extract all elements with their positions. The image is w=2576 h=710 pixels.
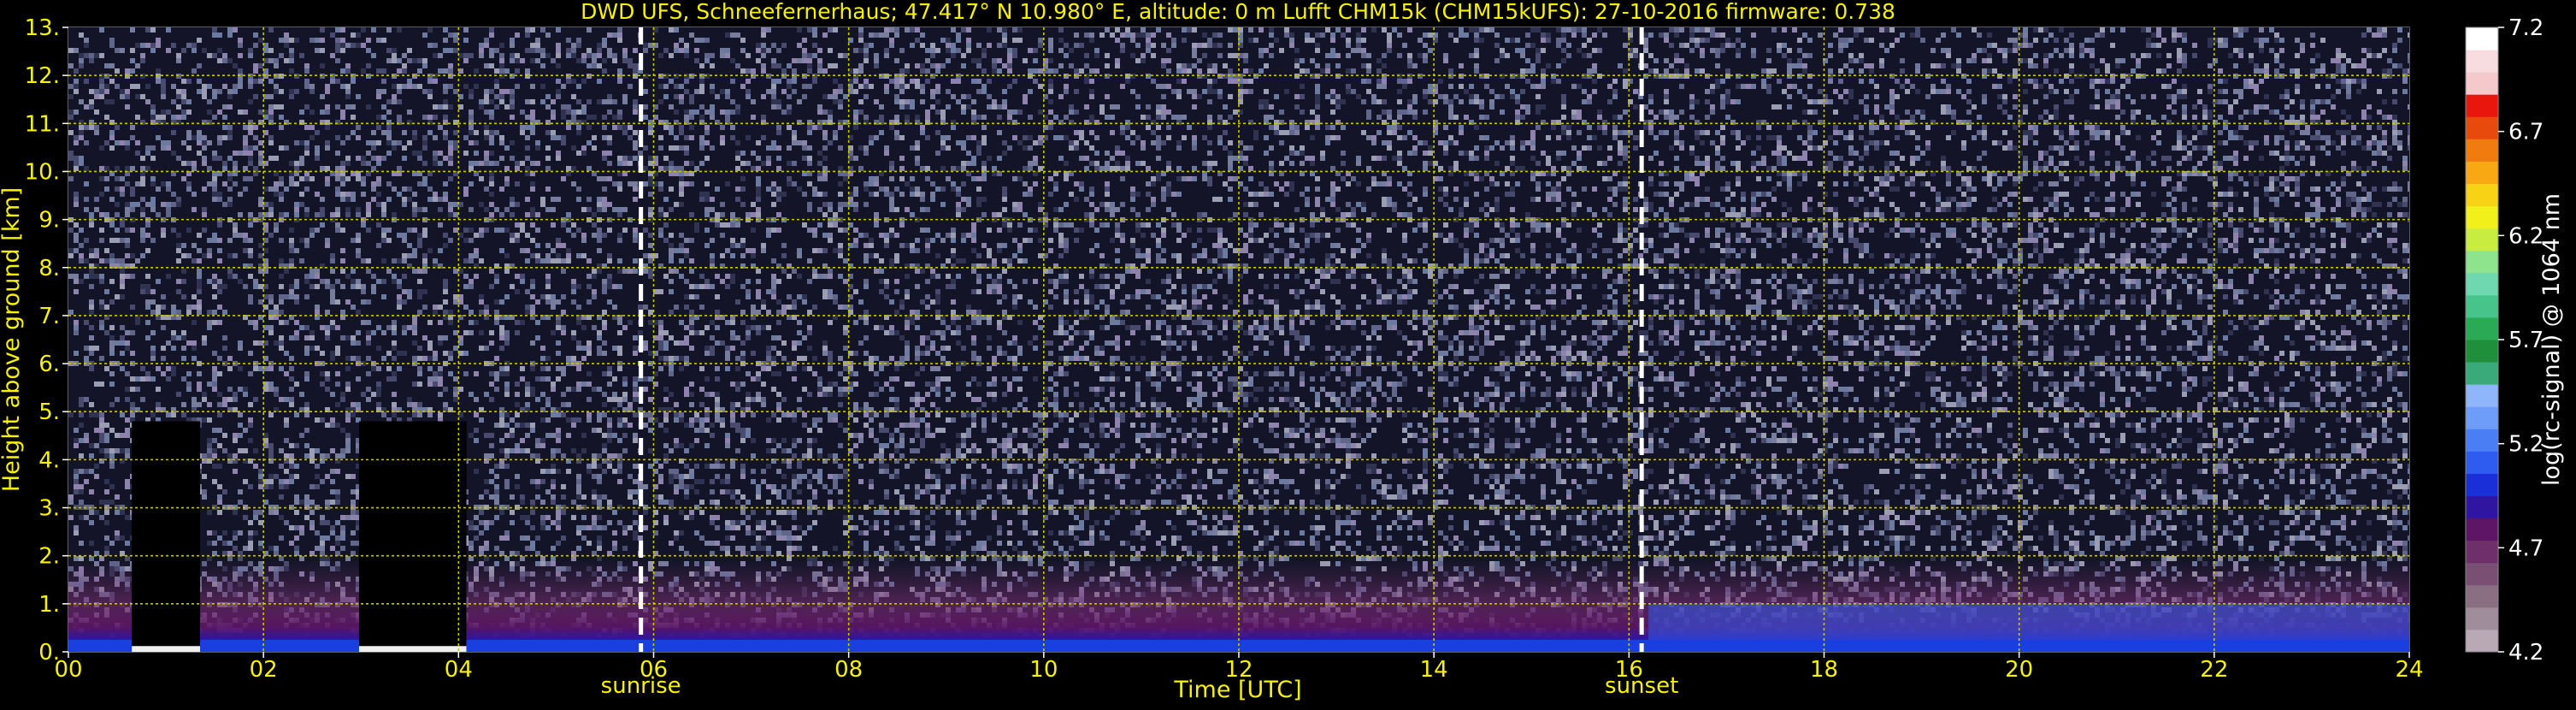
colorbar-segment xyxy=(2466,228,2498,251)
colorbar-segment xyxy=(2466,294,2498,318)
y-tick-label: 8. xyxy=(38,256,60,281)
data-gap xyxy=(358,421,467,651)
colorbar-segment xyxy=(2466,629,2498,653)
ceilometer-chart: DWD UFS, Schneefernerhaus; 47.417° N 10.… xyxy=(0,0,2565,703)
x-tick-label: 08 xyxy=(834,657,863,683)
colorbar-segment xyxy=(2466,116,2498,139)
x-tick-label: 20 xyxy=(2005,657,2033,683)
colorbar-segment xyxy=(2466,183,2498,207)
x-tick-label: 02 xyxy=(250,657,278,683)
y-tick-label: 2. xyxy=(38,544,60,570)
colorbar: 4.24.75.25.76.26.77.2 xyxy=(2465,15,2544,666)
data-gap xyxy=(132,421,201,651)
colorbar-segment xyxy=(2466,205,2498,229)
y-tick-label: 7. xyxy=(38,304,60,329)
y-tick-label: 5. xyxy=(38,399,60,425)
y-tick-label: 11. xyxy=(25,111,60,137)
colorbar-segment xyxy=(2466,50,2498,73)
ceilometer-figure: DWD UFS, Schneefernerhaus; 47.417° N 10.… xyxy=(0,0,2576,707)
y-tick-label: 10. xyxy=(25,159,60,185)
x-tick-label: 18 xyxy=(1810,657,1838,683)
x-tick-label: 16 xyxy=(1615,657,1643,683)
x-tick-label: 22 xyxy=(2200,657,2228,683)
colorbar-segment xyxy=(2466,540,2498,564)
x-tick-label: 04 xyxy=(445,657,473,683)
y-tick-label: 0. xyxy=(38,640,60,666)
colorbar-tick-label: 7.2 xyxy=(2508,15,2544,41)
x-axis-label: Time [UTC] xyxy=(1173,677,1301,703)
colorbar-tick-label: 4.2 xyxy=(2508,640,2544,666)
y-tick-label: 1. xyxy=(38,592,60,618)
colorbar-segment xyxy=(2466,139,2498,162)
x-tick-label: 24 xyxy=(2395,657,2423,683)
y-tick-label: 9. xyxy=(38,208,60,234)
y-axis-label: Height above ground [km] xyxy=(0,187,25,492)
colorbar-segment xyxy=(2466,272,2498,296)
colorbar-segment xyxy=(2466,340,2498,363)
colorbar-segment xyxy=(2466,250,2498,274)
colorbar-segment xyxy=(2466,72,2498,95)
colorbar-segment xyxy=(2466,384,2498,407)
colorbar-tick-label: 6.7 xyxy=(2508,120,2544,145)
colorbar-label: log(rc-signal) @ 1064 nm xyxy=(2538,193,2565,486)
colorbar-segment xyxy=(2466,161,2498,184)
colorbar-segment xyxy=(2466,362,2498,385)
y-tick-label: 4. xyxy=(38,447,60,473)
x-tick-label: 06 xyxy=(640,657,668,683)
colorbar-segment xyxy=(2466,473,2498,496)
y-tick-label: 13. xyxy=(25,15,60,41)
y-tick-label: 6. xyxy=(38,352,60,377)
colorbar-segment xyxy=(2466,495,2498,519)
colorbar-segment xyxy=(2466,317,2498,340)
chart-title: DWD UFS, Schneefernerhaus; 47.417° N 10.… xyxy=(581,0,1895,24)
colorbar-segment xyxy=(2466,606,2498,630)
colorbar-segment xyxy=(2466,584,2498,608)
x-tick-label: 10 xyxy=(1029,657,1058,683)
colorbar-segment xyxy=(2466,429,2498,452)
y-tick-label: 3. xyxy=(38,496,60,522)
colorbar-segment xyxy=(2466,518,2498,541)
colorbar-segment xyxy=(2466,94,2498,117)
colorbar-segment xyxy=(2466,27,2498,50)
colorbar-segment xyxy=(2466,406,2498,429)
colorbar-segment xyxy=(2466,451,2498,474)
y-tick-label: 12. xyxy=(25,63,60,89)
colorbar-segment xyxy=(2466,562,2498,586)
x-tick-label: 14 xyxy=(1420,657,1448,683)
colorbar-tick-label: 4.7 xyxy=(2508,535,2544,561)
